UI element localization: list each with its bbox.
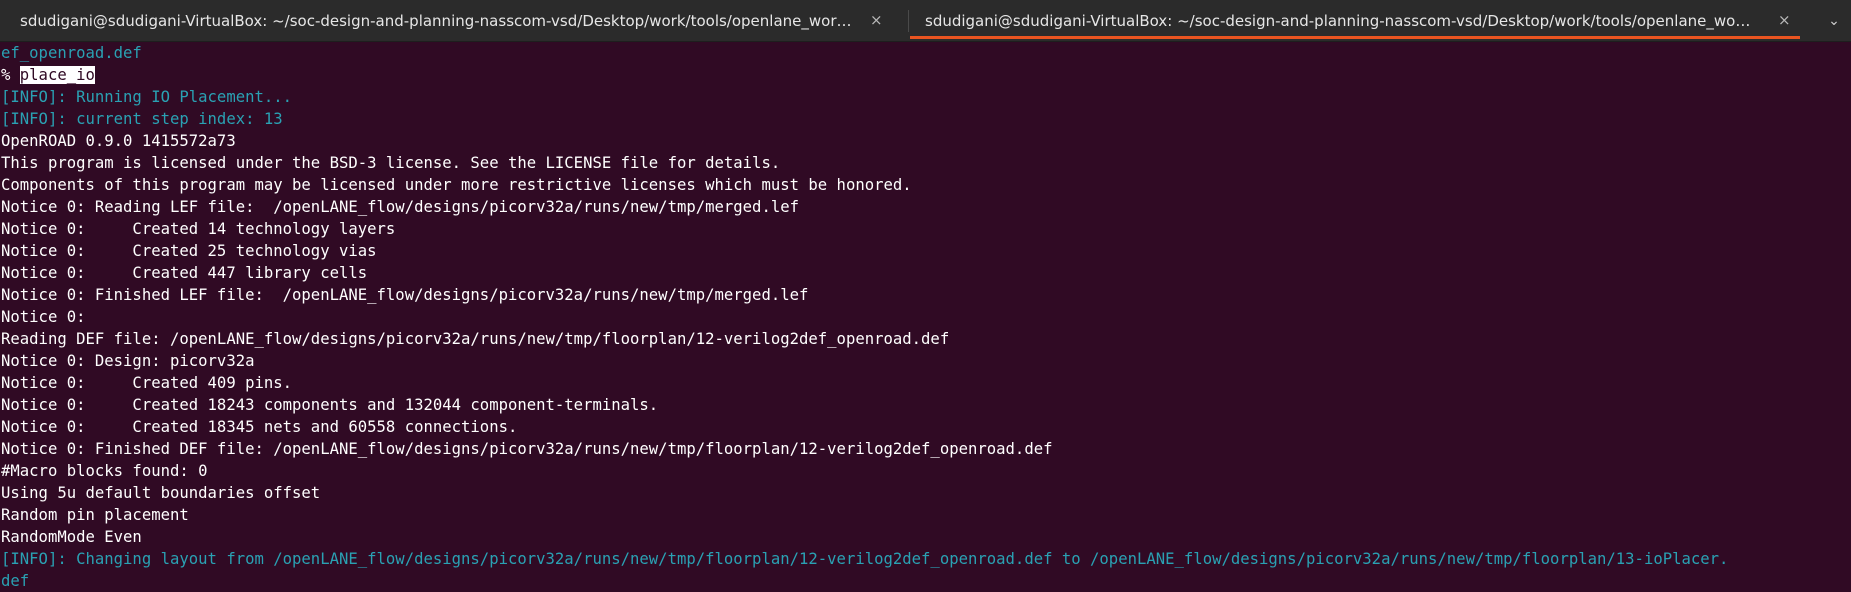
tab-title: sdudigani@sdudigani-VirtualBox: ~/soc-de… <box>20 11 860 30</box>
terminal-line: Notice 0: <box>1 308 86 326</box>
terminal-line: Notice 0: Finished LEF file: /openLANE_f… <box>1 286 809 304</box>
close-icon[interactable]: × <box>1778 12 1791 28</box>
tab-terminal-2-active[interactable]: sdudigani@sdudigani-VirtualBox: ~/soc-de… <box>910 0 1800 41</box>
terminal-line: Using 5u default boundaries offset <box>1 484 321 502</box>
tab-divider <box>908 10 909 32</box>
terminal-line: Notice 0: Created 409 pins. <box>1 374 293 392</box>
terminal-line: [INFO]: Changing layout from /openLANE_f… <box>1 550 1729 568</box>
terminal-line: [INFO]: current step index: 13 <box>1 110 283 128</box>
terminal-line: [INFO]: Running IO Placement... <box>1 88 293 106</box>
terminal-line: Notice 0: Created 18345 nets and 60558 c… <box>1 418 518 436</box>
terminal-line: Notice 0: Created 14 technology layers <box>1 220 396 238</box>
terminal-line: Reading DEF file: /openLANE_flow/designs… <box>1 330 950 348</box>
terminal-line: Notice 0: Reading LEF file: /openLANE_fl… <box>1 198 799 216</box>
terminal-line: def <box>1 572 30 590</box>
terminal-line: Components of this program may be licens… <box>1 176 912 194</box>
tab-bar: sdudigani@sdudigani-VirtualBox: ~/soc-de… <box>0 0 1851 42</box>
terminal-line: Notice 0: Design: picorv32a <box>1 352 255 370</box>
terminal-line: #Macro blocks found: 0 <box>1 462 208 480</box>
terminal-line: Random pin placement <box>1 506 189 524</box>
terminal-output[interactable]: ef_openroad.def % place_io [INFO]: Runni… <box>0 42 1851 592</box>
terminal-line: Notice 0: Created 447 library cells <box>1 264 368 282</box>
terminal-line: Notice 0: Finished DEF file: /openLANE_f… <box>1 440 1053 458</box>
terminal-line: OpenROAD 0.9.0 1415572a73 <box>1 132 236 150</box>
tab-title: sdudigani@sdudigani-VirtualBox: ~/soc-de… <box>925 11 1755 30</box>
command-input[interactable]: place_io <box>19 66 95 84</box>
close-icon[interactable]: × <box>870 12 883 28</box>
tab-terminal-1[interactable]: sdudigani@sdudigani-VirtualBox: ~/soc-de… <box>0 0 905 41</box>
prompt-line: % place_io <box>0 64 1851 86</box>
prompt-symbol: % <box>1 66 20 84</box>
chevron-down-icon[interactable]: ⌄ <box>1822 10 1846 32</box>
terminal-line: Notice 0: Created 25 technology vias <box>1 242 377 260</box>
terminal-line: Notice 0: Created 18243 components and 1… <box>1 396 659 414</box>
terminal-line: RandomMode Even <box>1 528 142 546</box>
terminal-line: ef_openroad.def <box>1 44 142 62</box>
terminal-line: This program is licensed under the BSD-3… <box>1 154 781 172</box>
